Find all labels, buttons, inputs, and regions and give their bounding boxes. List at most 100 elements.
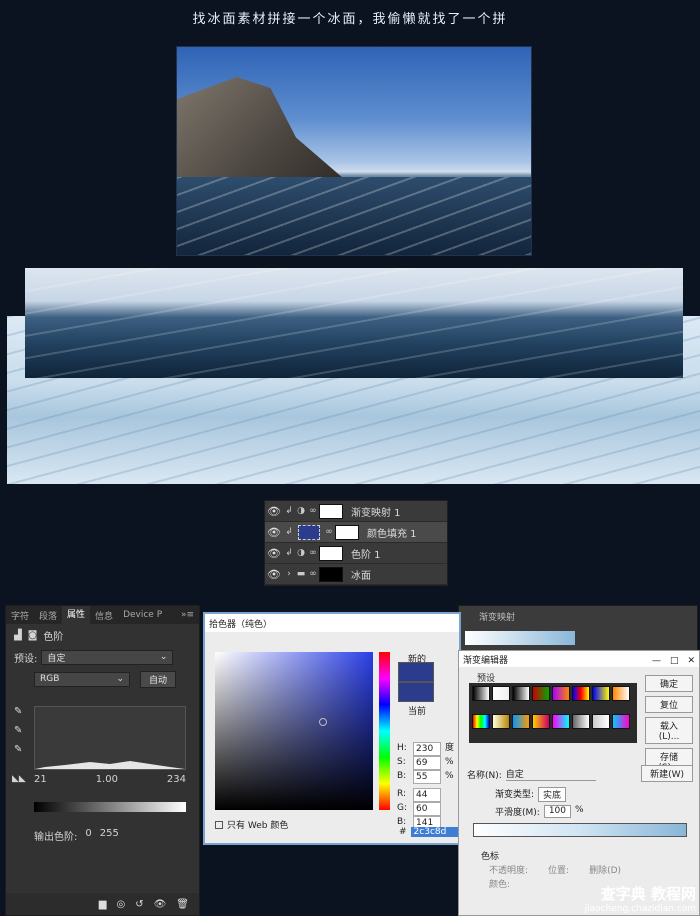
eyedropper-gray-icon[interactable]: ✎ [14, 725, 22, 736]
layer-mask [319, 545, 343, 561]
g-field[interactable]: 60 [413, 802, 441, 816]
link-icon: ∞ [309, 569, 317, 579]
b-field[interactable]: 55 [413, 770, 441, 784]
chevron-right-icon[interactable]: › [283, 569, 295, 579]
eyedropper-white-icon[interactable]: ✎ [14, 744, 22, 755]
layer-name: 冰面 [351, 570, 371, 582]
color-label: 颜色: [489, 880, 511, 890]
s-field[interactable]: 69 [413, 756, 441, 770]
adjustment-icon: ◑ [297, 506, 305, 516]
visibility-icon[interactable]: 👁 [154, 899, 167, 910]
mask-icon: ◙ [27, 629, 38, 641]
gradient-bar[interactable] [473, 823, 687, 837]
chevron-down-icon: ⌄ [159, 652, 168, 662]
tab-info[interactable]: 信息 [90, 609, 118, 622]
input-black[interactable]: 21 [34, 774, 47, 785]
tab-properties[interactable]: 属性 [62, 606, 91, 624]
hue-slider[interactable] [379, 652, 390, 810]
input-white[interactable]: 234 [167, 774, 186, 785]
location-label: 位置: [548, 866, 570, 876]
link-icon: ∞ [309, 506, 317, 516]
clip-icon: ↲ [285, 527, 293, 537]
layer-row[interactable]: 👁 ↲ ◑ ∞ 渐变映射 1 [265, 501, 447, 522]
rock-cliff [177, 77, 347, 187]
tab-character[interactable]: 字符 [6, 609, 34, 622]
layer-row[interactable]: 👁 ↲ ◑ ∞ 色阶 1 [265, 543, 447, 564]
color-field[interactable] [215, 652, 373, 810]
hex-field[interactable]: 2c3c8d [410, 827, 461, 837]
eye-icon[interactable]: 👁 [265, 505, 283, 518]
delete-button[interactable]: 删除(D) [589, 863, 621, 876]
eye-icon[interactable]: 👁 [265, 526, 283, 539]
output-gradient [34, 802, 186, 812]
reset-button[interactable]: 复位 [645, 696, 693, 713]
type-label: 渐变类型: [495, 790, 535, 800]
output-label: 输出色阶: [34, 832, 78, 843]
folder-icon: ▬ [296, 569, 306, 579]
channel-select[interactable]: RGB ⌄ [34, 671, 130, 687]
watermark-site: 查字典 教程网 [600, 885, 696, 903]
watermark: 查字典 教程网 jiaocheng.chazidian.com [585, 883, 696, 914]
preset-label: 预设: [14, 653, 38, 665]
watermark-url: jiaocheng.chazidian.com [584, 904, 696, 914]
stitched-ice-strip [25, 268, 683, 378]
eye-icon[interactable]: 👁 [265, 547, 283, 560]
ok-button[interactable]: 确定 [645, 675, 693, 692]
clip-warning-icon[interactable]: ◣◣ [12, 774, 26, 784]
stops-label: 色标 [481, 852, 500, 862]
web-only-checkbox[interactable] [215, 820, 223, 829]
smooth-field[interactable]: 100 [543, 805, 572, 818]
panel-menu-icon[interactable]: »≡ [176, 610, 199, 620]
color-cursor[interactable] [319, 718, 327, 726]
window-controls[interactable]: — □ ✕ [652, 653, 695, 666]
layer-thumb [298, 524, 320, 540]
layer-row[interactable]: 👁 ↲ ∞ 颜色填充 1 [265, 522, 447, 543]
layer-name: 色阶 1 [351, 549, 381, 561]
gradient-preview[interactable] [465, 631, 575, 645]
dialog-title: 渐变编辑器 [463, 656, 509, 666]
auto-button[interactable]: 自动 [140, 670, 177, 688]
panel-name: 色阶 [43, 631, 64, 643]
name-label: 名称(N): [467, 770, 502, 781]
dialog-title: 拾色器（纯色） [205, 614, 459, 632]
current-color-swatch[interactable] [398, 682, 434, 702]
type-select[interactable]: 实底 [538, 787, 567, 802]
output-white[interactable]: 255 [100, 828, 119, 843]
layer-mask [335, 524, 359, 540]
new-color-swatch [398, 662, 434, 682]
panel-tabs: 字符 段落 属性 信息 Device P »≡ [6, 606, 199, 624]
view-previous-icon[interactable]: ◎ [116, 899, 125, 910]
clip-icon: ↲ [285, 548, 293, 558]
tab-paragraph[interactable]: 段落 [34, 609, 62, 622]
web-only-label: 只有 Web 颜色 [227, 821, 289, 831]
link-icon: ∞ [309, 548, 317, 558]
layer-row[interactable]: 👁 › ▬ ∞ 冰面 [265, 564, 447, 585]
layer-mask [319, 503, 343, 519]
presets-grid[interactable] [469, 683, 637, 743]
link-icon: ∞ [325, 527, 333, 537]
r-field[interactable]: 44 [413, 788, 441, 802]
output-black[interactable]: 0 [85, 828, 91, 843]
load-button[interactable]: 载入(L)... [645, 717, 693, 744]
panel-tab: 渐变映射 [479, 613, 516, 623]
eye-icon[interactable]: 👁 [265, 568, 283, 581]
layer-name: 颜色填充 1 [367, 528, 417, 540]
layer-mask [319, 566, 343, 582]
input-gamma[interactable]: 1.00 [96, 774, 118, 785]
tab-device-preview[interactable]: Device P [118, 610, 167, 620]
levels-icon: ▟ [14, 629, 22, 641]
name-field[interactable]: 自定 [505, 767, 596, 781]
reset-icon[interactable]: ↺ [135, 899, 143, 910]
smooth-label: 平滑度(M): [495, 808, 540, 818]
properties-panel: 字符 段落 属性 信息 Device P »≡ ▟ ◙ 色阶 预设: 自定 ⌄ R… [5, 605, 200, 916]
trash-icon[interactable]: 🗑 [176, 899, 189, 910]
eyedropper-black-icon[interactable]: ✎ [14, 706, 22, 717]
new-button[interactable]: 新建(W) [641, 765, 693, 782]
preset-select[interactable]: 自定 ⌄ [41, 649, 174, 665]
caption: 找冰面素材拼接一个冰面，我偷懒就找了一个拼 [192, 12, 508, 27]
layers-panel: 👁 ↲ ◑ ∞ 渐变映射 1 👁 ↲ ∞ 颜色填充 1 👁 ↲ ◑ ∞ 色阶 1… [264, 500, 448, 586]
current-label: 当前 [408, 707, 427, 717]
clip-to-layer-icon[interactable]: ▆ [99, 899, 107, 910]
ice-photo [176, 46, 532, 256]
h-field[interactable]: 230 [413, 742, 441, 756]
